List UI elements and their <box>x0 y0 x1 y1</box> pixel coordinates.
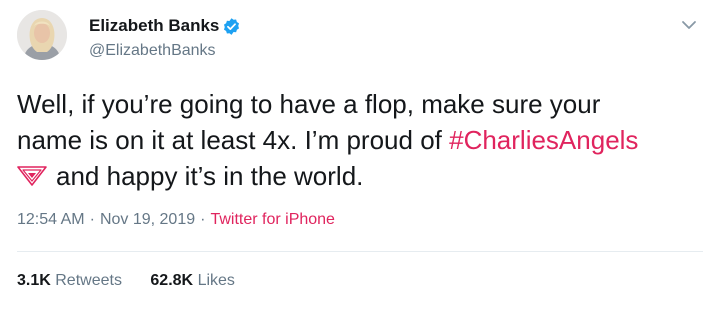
tweet-meta: 12:54 AM · Nov 19, 2019 · Twitter for iPhone <box>17 211 335 229</box>
tweet-source-link[interactable]: Twitter for iPhone <box>210 211 335 228</box>
retweets-count: 3.1K <box>17 272 51 289</box>
tweet-line-3: and happy it’s in the world. <box>17 158 707 194</box>
likes-stat[interactable]: 62.8K Likes <box>150 272 235 290</box>
tweet-line-1: Well, if you’re going to have a flop, ma… <box>17 89 601 119</box>
profile-photo-icon <box>17 10 67 60</box>
likes-label: Likes <box>197 272 235 289</box>
divider <box>17 251 703 252</box>
tweet-card: Elizabeth Banks @ElizabethBanks Well, if… <box>0 0 720 311</box>
tweet-stats: 3.1K Retweets 62.8K Likes <box>17 272 235 290</box>
tweet-date[interactable]: Nov 19, 2019 <box>100 211 195 228</box>
hashtag-link[interactable]: #CharliesAngels <box>449 125 638 155</box>
retweets-stat[interactable]: 3.1K Retweets <box>17 272 122 290</box>
tweet-line-3-text: and happy it’s in the world. <box>56 161 364 191</box>
display-name[interactable]: Elizabeth Banks <box>89 16 219 36</box>
author-name-row: Elizabeth Banks <box>89 15 241 37</box>
author-handle[interactable]: @ElizabethBanks <box>89 42 216 60</box>
retweets-label: Retweets <box>55 272 122 289</box>
tweet-text: Well, if you’re going to have a flop, ma… <box>17 86 707 194</box>
tweet-time[interactable]: 12:54 AM <box>17 211 85 228</box>
avatar[interactable] <box>17 10 67 60</box>
tweet-line-2: name is on it at least 4x. I’m proud of … <box>17 122 707 158</box>
charlies-angels-hashflag-icon[interactable] <box>17 160 47 186</box>
verified-badge-icon <box>222 17 241 36</box>
meta-separator: · <box>89 211 95 228</box>
meta-separator: · <box>200 211 206 228</box>
likes-count: 62.8K <box>150 272 194 289</box>
tweet-line-2-text: name is on it at least 4x. I’m proud of <box>17 125 450 155</box>
chevron-down-icon[interactable] <box>680 18 698 32</box>
